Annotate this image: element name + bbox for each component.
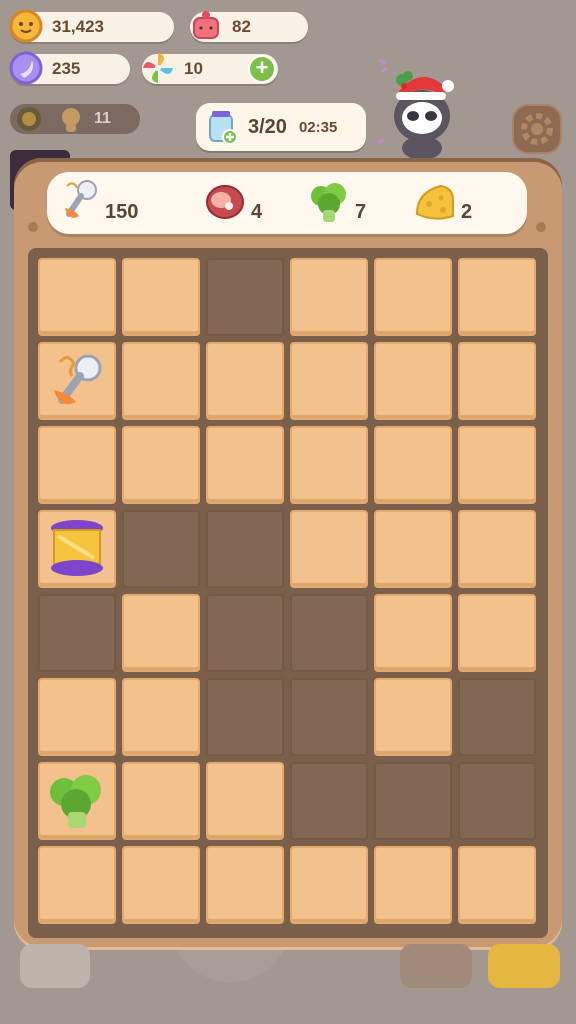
board-cell[interactable] (374, 342, 452, 420)
board-cell-locked[interactable] (458, 762, 536, 840)
bottom-left-button[interactable] (20, 944, 90, 988)
broccoli-count: 7 (355, 200, 367, 223)
board-item-broccoli[interactable] (38, 762, 116, 840)
board-cell[interactable] (290, 258, 368, 336)
resource-cheese: 2 (413, 172, 472, 234)
resource-spoon: 150 (57, 172, 138, 234)
board-cell[interactable] (38, 426, 116, 504)
board-cell[interactable] (122, 678, 200, 756)
frame-bolt-left (28, 222, 38, 232)
board-cell[interactable] (458, 846, 536, 924)
broccoli-icon (50, 775, 101, 828)
board-cell[interactable] (38, 846, 116, 924)
board-cell[interactable] (122, 594, 200, 672)
board-cell[interactable] (38, 678, 116, 756)
resource-meat: 4 (203, 172, 262, 234)
resource-bar: 150 4 7 2 (47, 172, 527, 234)
board-cell[interactable] (290, 426, 368, 504)
board-cell-locked[interactable] (122, 510, 200, 588)
sun-badge-icon (17, 107, 41, 131)
board-cell[interactable] (38, 258, 116, 336)
bottom-oven-button[interactable] (400, 944, 472, 988)
board-cell[interactable] (206, 342, 284, 420)
spoon-icon (65, 180, 97, 218)
board-cell[interactable] (374, 678, 452, 756)
meat-count: 4 (251, 200, 263, 223)
board-cell[interactable] (206, 846, 284, 924)
board-cell-locked[interactable] (38, 594, 116, 672)
board-cell[interactable] (374, 510, 452, 588)
cheese-count: 2 (461, 200, 473, 223)
board-cell-locked[interactable] (458, 678, 536, 756)
moon-crystal-icon (9, 51, 43, 85)
raccoon-santa-mascot[interactable] (372, 52, 468, 164)
board-cell[interactable] (458, 426, 536, 504)
board-cell[interactable] (290, 846, 368, 924)
spoon-count: 150 (105, 200, 139, 223)
board-cell[interactable] (458, 342, 536, 420)
tickets-value: 10 (184, 59, 203, 78)
frame-bolt-right (536, 222, 546, 232)
energy-time: 02:35 (298, 118, 338, 136)
bottom-hat-button[interactable] (488, 944, 560, 988)
coin-icon (9, 9, 43, 43)
board-cell-locked[interactable] (206, 258, 284, 336)
settings-button[interactable] (512, 104, 562, 154)
board-cell[interactable] (290, 510, 368, 588)
board-cell-locked[interactable] (206, 594, 284, 672)
board-cell-locked[interactable] (290, 594, 368, 672)
board-item-scroll[interactable] (38, 510, 116, 588)
strawberry-cake-icon (193, 11, 219, 39)
energy-timer[interactable]: 3/20 02:35 (196, 103, 366, 151)
add-tickets-button[interactable]: + (248, 55, 276, 83)
board-cell[interactable] (206, 426, 284, 504)
coins-counter[interactable]: 31,423 (9, 9, 174, 43)
board-cell[interactable] (374, 426, 452, 504)
board-cell[interactable] (374, 594, 452, 672)
board-cell[interactable] (122, 846, 200, 924)
crystal-value: 235 (52, 59, 81, 78)
spoon-icon (54, 354, 102, 405)
jar-plus-icon (209, 111, 238, 145)
gems-value: 82 (232, 17, 251, 36)
broccoli-icon (311, 183, 346, 222)
meat-icon (206, 185, 244, 219)
board-cell-locked[interactable] (374, 762, 452, 840)
resource-broccoli: 7 (307, 172, 366, 234)
crystal-counter[interactable]: 235 (9, 51, 130, 85)
board-cell[interactable] (458, 594, 536, 672)
cheese-icon (415, 184, 454, 220)
board-cell[interactable] (374, 258, 452, 336)
board-cell[interactable] (122, 342, 200, 420)
pinwheel-icon (143, 53, 173, 83)
board-cell[interactable] (122, 426, 200, 504)
board-cell-locked[interactable] (290, 762, 368, 840)
board-cell-locked[interactable] (206, 510, 284, 588)
cookie-buddy-icon (62, 108, 80, 132)
board-cell[interactable] (290, 342, 368, 420)
coins-value: 31,423 (52, 17, 104, 36)
level-value: 11 (94, 110, 111, 127)
gems-counter[interactable]: 82 (190, 11, 308, 42)
board-cell-locked[interactable] (290, 678, 368, 756)
energy-progress: 3/20 (248, 115, 287, 138)
gear-icon (521, 113, 553, 145)
level-counter[interactable]: 11 (10, 104, 140, 134)
board-cell[interactable] (458, 510, 536, 588)
board-cell[interactable] (458, 258, 536, 336)
board-cell-locked[interactable] (206, 678, 284, 756)
board-cell[interactable] (122, 762, 200, 840)
board-cell[interactable] (374, 846, 452, 924)
board-cell[interactable] (206, 762, 284, 840)
golden-scroll-icon (51, 520, 103, 576)
board-item-spoon[interactable] (38, 342, 116, 420)
board-cell[interactable] (122, 258, 200, 336)
